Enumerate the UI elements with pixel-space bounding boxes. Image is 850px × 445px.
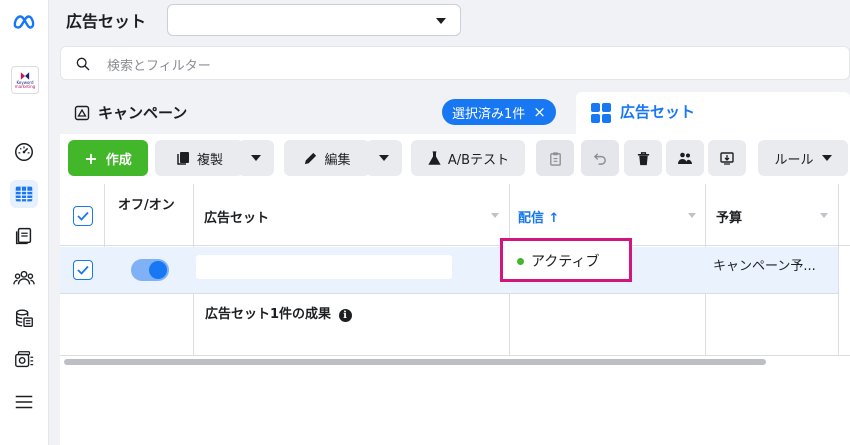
column-divider bbox=[838, 184, 839, 356]
tab-campaigns[interactable]: キャンペーン 選択済み1件 × bbox=[60, 92, 568, 134]
delivery-status-text: アクティブ bbox=[531, 254, 600, 270]
row-divider bbox=[60, 293, 838, 294]
selected-count-chip[interactable]: 選択済み1件 × bbox=[442, 99, 556, 125]
checkmark-icon bbox=[77, 211, 89, 221]
tab-ad-sets[interactable]: 広告セット bbox=[576, 92, 850, 134]
chevron-down-icon bbox=[251, 155, 261, 161]
column-header-delivery[interactable]: 配信 ↑ bbox=[518, 207, 559, 226]
clipboard-button[interactable] bbox=[536, 140, 574, 176]
campaign-selector-dropdown[interactable] bbox=[167, 4, 461, 36]
create-button-label: 作成 bbox=[105, 152, 132, 168]
status-active-dot bbox=[517, 258, 524, 265]
flask-icon bbox=[428, 150, 441, 165]
create-button[interactable]: + 作成 bbox=[68, 140, 148, 176]
dashboard-gauge-icon[interactable] bbox=[10, 138, 38, 166]
delete-button[interactable] bbox=[624, 140, 662, 176]
column-header-budget[interactable]: 予算 bbox=[716, 207, 742, 226]
horizontal-scrollbar[interactable] bbox=[64, 359, 766, 365]
plus-icon: + bbox=[84, 148, 98, 168]
results-summary: 広告セット1件の成果 ℹ bbox=[205, 303, 352, 322]
toggle-knob bbox=[149, 261, 167, 279]
row-divider bbox=[60, 355, 850, 356]
events-manager-icon[interactable] bbox=[10, 346, 38, 374]
delivery-status-cell[interactable]: アクティブ bbox=[500, 238, 632, 282]
page-title: 広告セット bbox=[66, 12, 147, 31]
ads-manager-table-icon[interactable] bbox=[10, 180, 38, 208]
info-icon[interactable]: ℹ bbox=[338, 309, 352, 322]
undo-button[interactable] bbox=[581, 140, 619, 176]
row-checkbox[interactable] bbox=[73, 260, 93, 280]
column-header-ad-set[interactable]: 広告セット bbox=[204, 207, 269, 226]
checkmark-icon bbox=[77, 265, 89, 275]
export-icon bbox=[720, 152, 734, 165]
results-summary-label: 広告セット1件の成果 bbox=[205, 307, 332, 322]
edit-button-label: 編集 bbox=[324, 152, 351, 168]
sort-caret-icon[interactable] bbox=[688, 213, 696, 218]
people-icon bbox=[678, 152, 692, 164]
select-all-checkbox[interactable] bbox=[73, 206, 93, 226]
ab-test-button-label: A/Bテスト bbox=[447, 152, 510, 168]
edit-dropdown-button[interactable] bbox=[366, 140, 402, 176]
on-off-toggle[interactable] bbox=[131, 259, 169, 281]
trash-icon bbox=[637, 151, 649, 165]
duplicate-button[interactable]: 複製 bbox=[155, 140, 243, 176]
tab-campaigns-label: キャンペーン bbox=[98, 104, 188, 122]
clipboard-icon bbox=[549, 151, 561, 166]
duplicate-button-label: 複製 bbox=[196, 152, 223, 168]
duplicate-dropdown-button[interactable] bbox=[238, 140, 274, 176]
rules-button[interactable]: ルール bbox=[758, 140, 848, 176]
left-navigation-rail: Keyword marketing bbox=[0, 0, 49, 445]
ad-sets-grid-icon bbox=[591, 103, 611, 123]
brand-text-2: marketing bbox=[14, 84, 36, 89]
search-icon bbox=[76, 57, 90, 71]
pages-icon[interactable] bbox=[10, 222, 38, 250]
tab-ad-sets-label: 広告セット bbox=[620, 103, 696, 121]
ad-set-name-field[interactable] bbox=[196, 255, 452, 279]
export-button[interactable] bbox=[708, 140, 746, 176]
chevron-down-icon bbox=[821, 155, 832, 161]
billing-coins-icon[interactable] bbox=[10, 304, 38, 332]
pencil-icon bbox=[305, 152, 317, 164]
budget-cell: キャンペーン予... bbox=[713, 259, 816, 274]
search-placeholder: 検索とフィルター bbox=[107, 59, 211, 74]
column-header-toggle[interactable]: オフ/オン bbox=[118, 198, 178, 214]
rules-button-label: ルール bbox=[774, 152, 814, 168]
sort-caret-icon[interactable] bbox=[820, 213, 828, 218]
search-filter-input[interactable]: 検索とフィルター bbox=[60, 46, 850, 80]
audiences-people-icon[interactable] bbox=[10, 264, 38, 292]
edit-button[interactable]: 編集 bbox=[284, 140, 370, 176]
chevron-down-icon bbox=[379, 155, 389, 161]
close-icon[interactable]: × bbox=[533, 103, 546, 121]
duplicate-icon bbox=[177, 152, 189, 165]
chevron-down-icon bbox=[436, 18, 446, 24]
menu-hamburger-icon[interactable] bbox=[10, 388, 38, 416]
share-people-button[interactable] bbox=[666, 140, 704, 176]
account-avatar[interactable]: Keyword marketing bbox=[11, 66, 39, 94]
campaign-folder-icon bbox=[74, 105, 90, 121]
meta-logo-icon[interactable] bbox=[10, 8, 38, 36]
selected-count-label: 選択済み1件 bbox=[452, 106, 526, 122]
ab-test-button[interactable]: A/Bテスト bbox=[411, 140, 525, 176]
undo-icon bbox=[593, 152, 606, 165]
sort-caret-icon[interactable] bbox=[491, 213, 499, 218]
